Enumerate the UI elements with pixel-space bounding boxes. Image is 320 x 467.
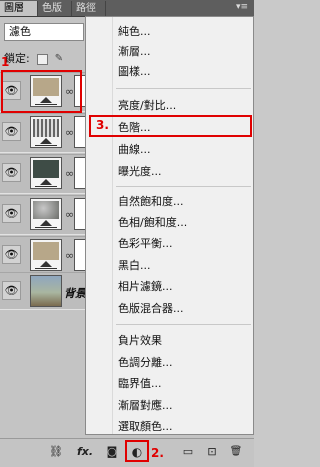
menu-separator <box>116 324 251 325</box>
annotation-box-step2 <box>125 440 149 462</box>
adjustment-thumbnail <box>30 116 62 148</box>
adjustment-thumbnail <box>30 157 62 189</box>
tab-paths[interactable]: 路徑 <box>72 1 106 16</box>
delete-icon[interactable]: 🗑 <box>228 445 244 459</box>
layer-name[interactable]: 背景 <box>64 285 86 301</box>
layer-color-swatch <box>33 242 59 260</box>
menu-item-hue-saturation[interactable]: 色相/飽和度... <box>118 214 187 232</box>
menu-item-selective-color[interactable]: 選取顏色... <box>118 418 173 436</box>
layer-color-swatch <box>33 160 59 178</box>
eye-icon[interactable]: 👁 <box>2 122 21 141</box>
triangle-icon <box>40 179 52 185</box>
baseline <box>35 268 57 269</box>
baseline <box>35 186 57 187</box>
menu-item-threshold[interactable]: 臨界值... <box>118 375 162 393</box>
annotation-step2: 2. <box>151 446 164 460</box>
link-icon[interactable]: ⛓ <box>48 445 64 459</box>
adjustment-menu: 純色... 漸層... 圖樣... 亮度/對比... 色階... 曲線... 曝… <box>85 16 254 435</box>
menu-item-photo-filter[interactable]: 相片濾鏡... <box>118 278 173 296</box>
annotation-step3: 3. <box>96 118 109 132</box>
menu-item-color-balance[interactable]: 色彩平衡... <box>118 235 173 253</box>
adjustment-thumbnail <box>30 239 62 271</box>
chain-icon: ∞ <box>65 167 75 180</box>
triangle-icon <box>40 138 52 144</box>
menu-item-invert[interactable]: 負片效果 <box>118 332 162 350</box>
background-thumbnail <box>30 275 62 307</box>
lock-row: 鎖定: ✎ <box>4 52 94 66</box>
annotation-step1: 1 <box>1 55 10 69</box>
baseline <box>35 145 57 146</box>
menu-item-black-white[interactable]: 黑白... <box>118 257 151 275</box>
layer-pattern-swatch <box>33 119 59 137</box>
add-mask-icon[interactable]: ◙ <box>104 445 120 459</box>
triangle-icon <box>40 261 52 267</box>
panel-menu-icon[interactable]: ▾≡ <box>236 2 248 13</box>
menu-item-pattern[interactable]: 圖樣... <box>118 63 151 81</box>
new-layer-icon[interactable]: ⊡ <box>204 445 220 459</box>
lock-paint-icon[interactable]: ✎ <box>55 52 63 66</box>
triangle-icon <box>40 220 52 226</box>
menu-separator <box>116 186 251 187</box>
menu-item-vibrance[interactable]: 自然飽和度... <box>118 193 184 211</box>
menu-item-gradient-map[interactable]: 漸層對應... <box>118 397 173 415</box>
baseline <box>35 227 57 228</box>
menu-item-brightness-contrast[interactable]: 亮度/對比... <box>118 97 176 115</box>
menu-gutter <box>86 17 113 434</box>
panel-tab-bar: 圖層 色版 路徑 ▾≡ <box>0 0 254 17</box>
eye-icon[interactable]: 👁 <box>2 204 21 223</box>
menu-item-gradient[interactable]: 漸層... <box>118 43 151 61</box>
menu-item-posterize[interactable]: 色調分離... <box>118 354 173 372</box>
chain-icon: ∞ <box>65 249 75 262</box>
eye-icon[interactable]: 👁 <box>2 281 21 300</box>
annotation-box-step1 <box>1 70 82 113</box>
menu-separator <box>116 88 251 89</box>
menu-item-curves[interactable]: 曲線... <box>118 141 151 159</box>
tab-layers[interactable]: 圖層 <box>0 1 38 16</box>
chain-icon: ∞ <box>65 208 75 221</box>
menu-item-exposure[interactable]: 曝光度... <box>118 163 162 181</box>
layer-texture-swatch <box>33 201 59 219</box>
new-group-icon[interactable]: ▭ <box>180 445 196 459</box>
menu-item-channel-mixer[interactable]: 色版混合器... <box>118 300 184 318</box>
lock-transparent-icon[interactable] <box>37 53 49 65</box>
fx-icon[interactable]: fx. <box>74 445 96 459</box>
blend-mode-select[interactable]: 濾色 <box>4 23 84 41</box>
menu-item-solid-color[interactable]: 純色... <box>118 23 151 41</box>
layers-panel: 圖層 色版 路徑 ▾≡ 濾色 鎖定: ✎ 👁 ∞ 👁 ∞ 👁 ∞ 👁 ∞ 👁 ∞… <box>0 0 254 467</box>
annotation-box-step3 <box>89 115 252 137</box>
chain-icon: ∞ <box>65 126 75 139</box>
adjustment-thumbnail <box>30 198 62 230</box>
eye-icon[interactable]: 👁 <box>2 163 21 182</box>
eye-icon[interactable]: 👁 <box>2 245 21 264</box>
tab-channels[interactable]: 色版 <box>38 1 72 16</box>
